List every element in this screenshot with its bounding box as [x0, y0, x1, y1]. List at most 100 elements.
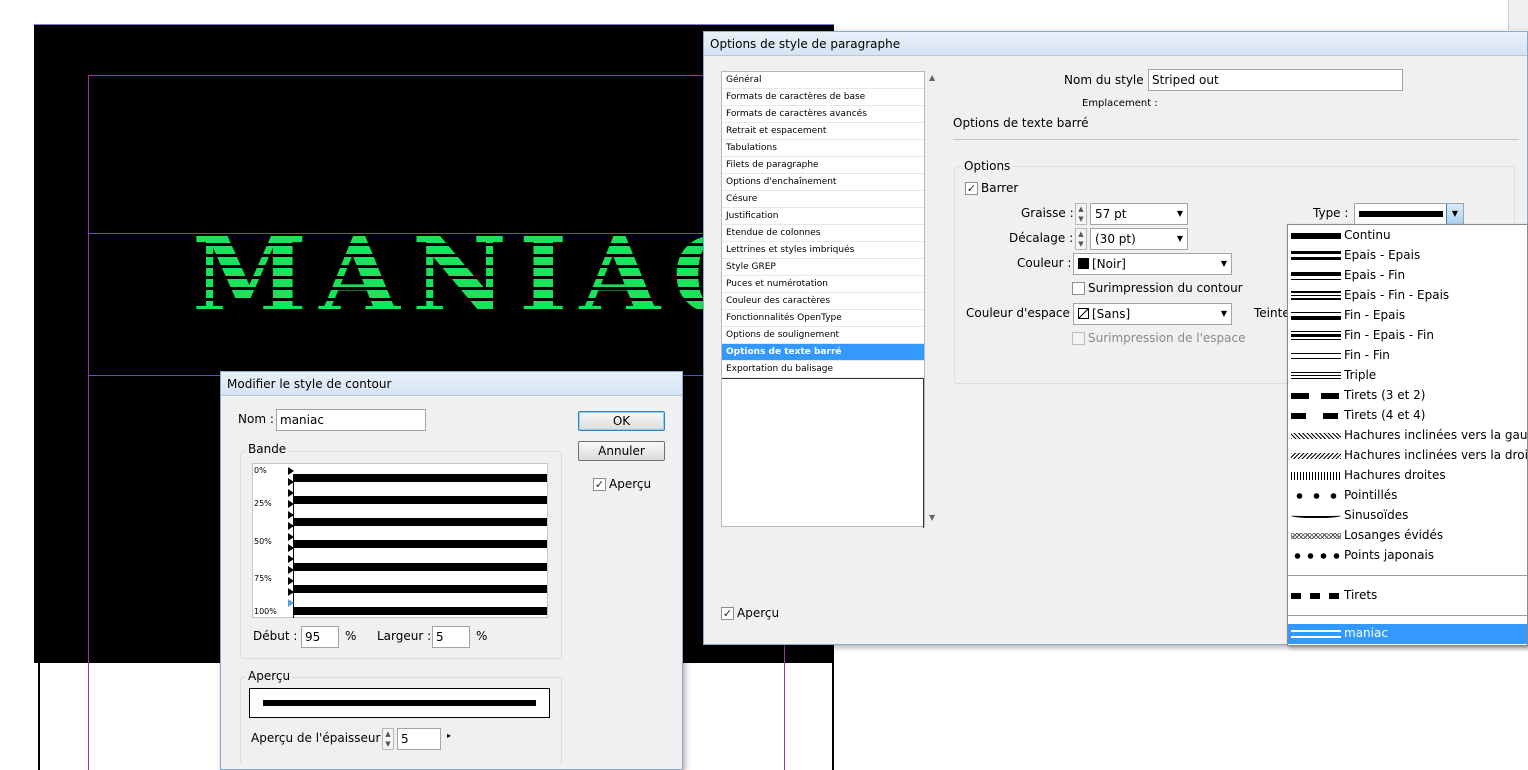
- band-marker-icon[interactable]: [288, 500, 294, 508]
- overprint-stroke-checkbox[interactable]: [1072, 282, 1085, 295]
- category-item[interactable]: Général: [722, 72, 924, 89]
- category-item[interactable]: Fonctionnalités OpenType: [722, 310, 924, 327]
- ok-button[interactable]: OK: [578, 411, 665, 431]
- band-marker-icon[interactable]: [288, 577, 294, 585]
- band-marker-selected-icon[interactable]: [288, 599, 294, 607]
- stroke-type-option[interactable]: Continu: [1288, 226, 1527, 246]
- scroll-up-icon[interactable]: ▲: [929, 73, 935, 82]
- stroke-type-name: Tirets: [1344, 588, 1378, 602]
- band-stripe[interactable]: [294, 474, 547, 482]
- stroke-type-name: Tirets (3 et 2): [1344, 388, 1426, 402]
- gap-color-combo[interactable]: [Sans] ▼: [1073, 303, 1232, 325]
- stroke-type-option[interactable]: Tirets: [1288, 586, 1527, 606]
- band-marker-icon[interactable]: [288, 566, 294, 574]
- category-item[interactable]: Options de texte barré: [722, 344, 924, 361]
- stroke-type-option[interactable]: Epais - Fin: [1288, 266, 1527, 286]
- stroke-type-option[interactable]: Pointillés: [1288, 486, 1527, 506]
- band-stripe[interactable]: [294, 518, 547, 526]
- stroke-type-option[interactable]: Hachures inclinées vers la droite: [1288, 446, 1528, 466]
- band-marker-icon[interactable]: [288, 533, 294, 541]
- band-marker-icon[interactable]: [288, 588, 294, 596]
- band-tick-label: 50%: [254, 537, 272, 546]
- width-input[interactable]: 5: [432, 626, 470, 648]
- category-item[interactable]: Justification: [722, 208, 924, 225]
- band-marker-icon[interactable]: [288, 478, 294, 486]
- band-stripe[interactable]: [294, 585, 547, 593]
- stroke-type-option[interactable]: Points japonais: [1288, 546, 1527, 566]
- category-item[interactable]: Etendue de colonnes: [722, 225, 924, 242]
- stroke-type-dropdown[interactable]: Continu Epais - Epais Epais - Fin Epais - F…: [1287, 224, 1528, 646]
- stroke-type-name: Hachures droites: [1344, 468, 1446, 482]
- stroke-type-name: Epais - Fin: [1344, 268, 1406, 282]
- thickness-input[interactable]: 5: [397, 728, 441, 750]
- black-swatch-icon: [1078, 258, 1089, 269]
- weight-label: Graisse :: [1021, 206, 1074, 220]
- offset-spinner[interactable]: ▲ ▼: [1075, 228, 1087, 250]
- category-item[interactable]: Filets de paragraphe: [722, 157, 924, 174]
- weight-combo[interactable]: 57 pt ▼: [1090, 203, 1188, 225]
- stroke-type-option[interactable]: Tirets (3 et 2): [1288, 386, 1527, 406]
- type-combo[interactable]: ▼: [1354, 203, 1464, 225]
- band-stripe[interactable]: [294, 563, 547, 571]
- stroke-type-name: Fin - Fin: [1344, 348, 1390, 362]
- color-combo[interactable]: [Noir] ▼: [1073, 253, 1232, 275]
- window-scrollbar[interactable]: [1508, 0, 1528, 30]
- category-item[interactable]: Options de soulignement: [722, 327, 924, 344]
- stroke-type-option[interactable]: Losanges évidés: [1288, 526, 1527, 546]
- stroke-type-option[interactable]: Epais - Epais: [1288, 246, 1527, 266]
- strike-checkbox[interactable]: ✓: [965, 182, 978, 195]
- stroke-type-name: Pointillés: [1344, 488, 1398, 502]
- offset-combo[interactable]: (30 pt) ▼: [1090, 228, 1188, 250]
- band-marker-icon[interactable]: [288, 467, 294, 475]
- band-marker-icon[interactable]: [288, 522, 294, 530]
- band-stripe[interactable]: [294, 540, 547, 548]
- category-item[interactable]: Formats de caractères avancés: [722, 106, 924, 123]
- style-name-input[interactable]: Striped out: [1148, 69, 1403, 91]
- margin-guide-top: [88, 75, 784, 76]
- name-input[interactable]: maniac: [276, 409, 426, 431]
- stroke-type-option[interactable]: Sinusoïdes: [1288, 506, 1527, 526]
- band-marker-icon[interactable]: [288, 489, 294, 497]
- band-stripe[interactable]: [294, 607, 547, 615]
- thickness-spinner[interactable]: ▲ ▼: [382, 728, 394, 750]
- category-scrollbar[interactable]: ▲ ▼: [926, 71, 942, 527]
- category-item[interactable]: Tabulations: [722, 140, 924, 157]
- stroke-type-option[interactable]: Fin - Epais - Fin: [1288, 326, 1527, 346]
- category-item[interactable]: Retrait et espacement: [722, 123, 924, 140]
- stroke-type-option[interactable]: Epais - Fin - Epais: [1288, 286, 1527, 306]
- category-item[interactable]: Options d'enchaînement: [722, 174, 924, 191]
- category-item[interactable]: Couleur des caractères: [722, 293, 924, 310]
- cancel-button[interactable]: Annuler: [578, 441, 665, 461]
- category-item[interactable]: Puces et numérotation: [722, 276, 924, 293]
- stroke-type-name: Continu: [1344, 228, 1391, 242]
- stroke-type-option[interactable]: Tirets (4 et 4): [1288, 406, 1527, 426]
- band-marker-icon[interactable]: [288, 511, 294, 519]
- band-stripe[interactable]: [294, 496, 547, 504]
- stroke-type-option[interactable]: Hachures inclinées vers la gauche: [1288, 426, 1528, 446]
- preview-checkbox[interactable]: ✓: [593, 478, 606, 491]
- category-item[interactable]: Lettrines et styles imbriqués: [722, 242, 924, 259]
- stroke-type-option-selected[interactable]: maniac: [1288, 624, 1527, 644]
- category-item[interactable]: Exportation du balisage: [722, 361, 924, 378]
- weight-spinner[interactable]: ▲ ▼: [1075, 203, 1087, 225]
- category-item[interactable]: Style GREP: [722, 259, 924, 276]
- chevron-down-icon[interactable]: ▼: [1446, 204, 1463, 224]
- stroke-type-option[interactable]: Hachures droites: [1288, 466, 1527, 486]
- stroke-type-name: Points japonais: [1344, 548, 1435, 562]
- band-editor[interactable]: 0% 25% 50% 75% 100%: [252, 463, 548, 618]
- maniac-headline[interactable]: MANIAC: [192, 224, 767, 328]
- stroke-type-option[interactable]: Triple: [1288, 366, 1527, 386]
- overprint-gap-checkbox[interactable]: [1072, 332, 1085, 345]
- preview-checkbox[interactable]: ✓: [721, 607, 734, 620]
- style-name-label: Nom du style :: [1064, 73, 1152, 87]
- scroll-down-icon[interactable]: ▼: [929, 513, 935, 522]
- start-input[interactable]: 95: [301, 626, 339, 648]
- band-marker-icon[interactable]: [288, 544, 294, 552]
- category-list[interactable]: Général Formats de caractères de base Form…: [721, 71, 925, 528]
- band-marker-icon[interactable]: [288, 555, 294, 563]
- category-item[interactable]: Formats de caractères de base: [722, 89, 924, 106]
- chevron-right-icon[interactable]: ▸: [447, 731, 451, 740]
- category-item[interactable]: Césure: [722, 191, 924, 208]
- stroke-type-option[interactable]: Fin - Epais: [1288, 306, 1527, 326]
- stroke-type-option[interactable]: Fin - Fin: [1288, 346, 1527, 366]
